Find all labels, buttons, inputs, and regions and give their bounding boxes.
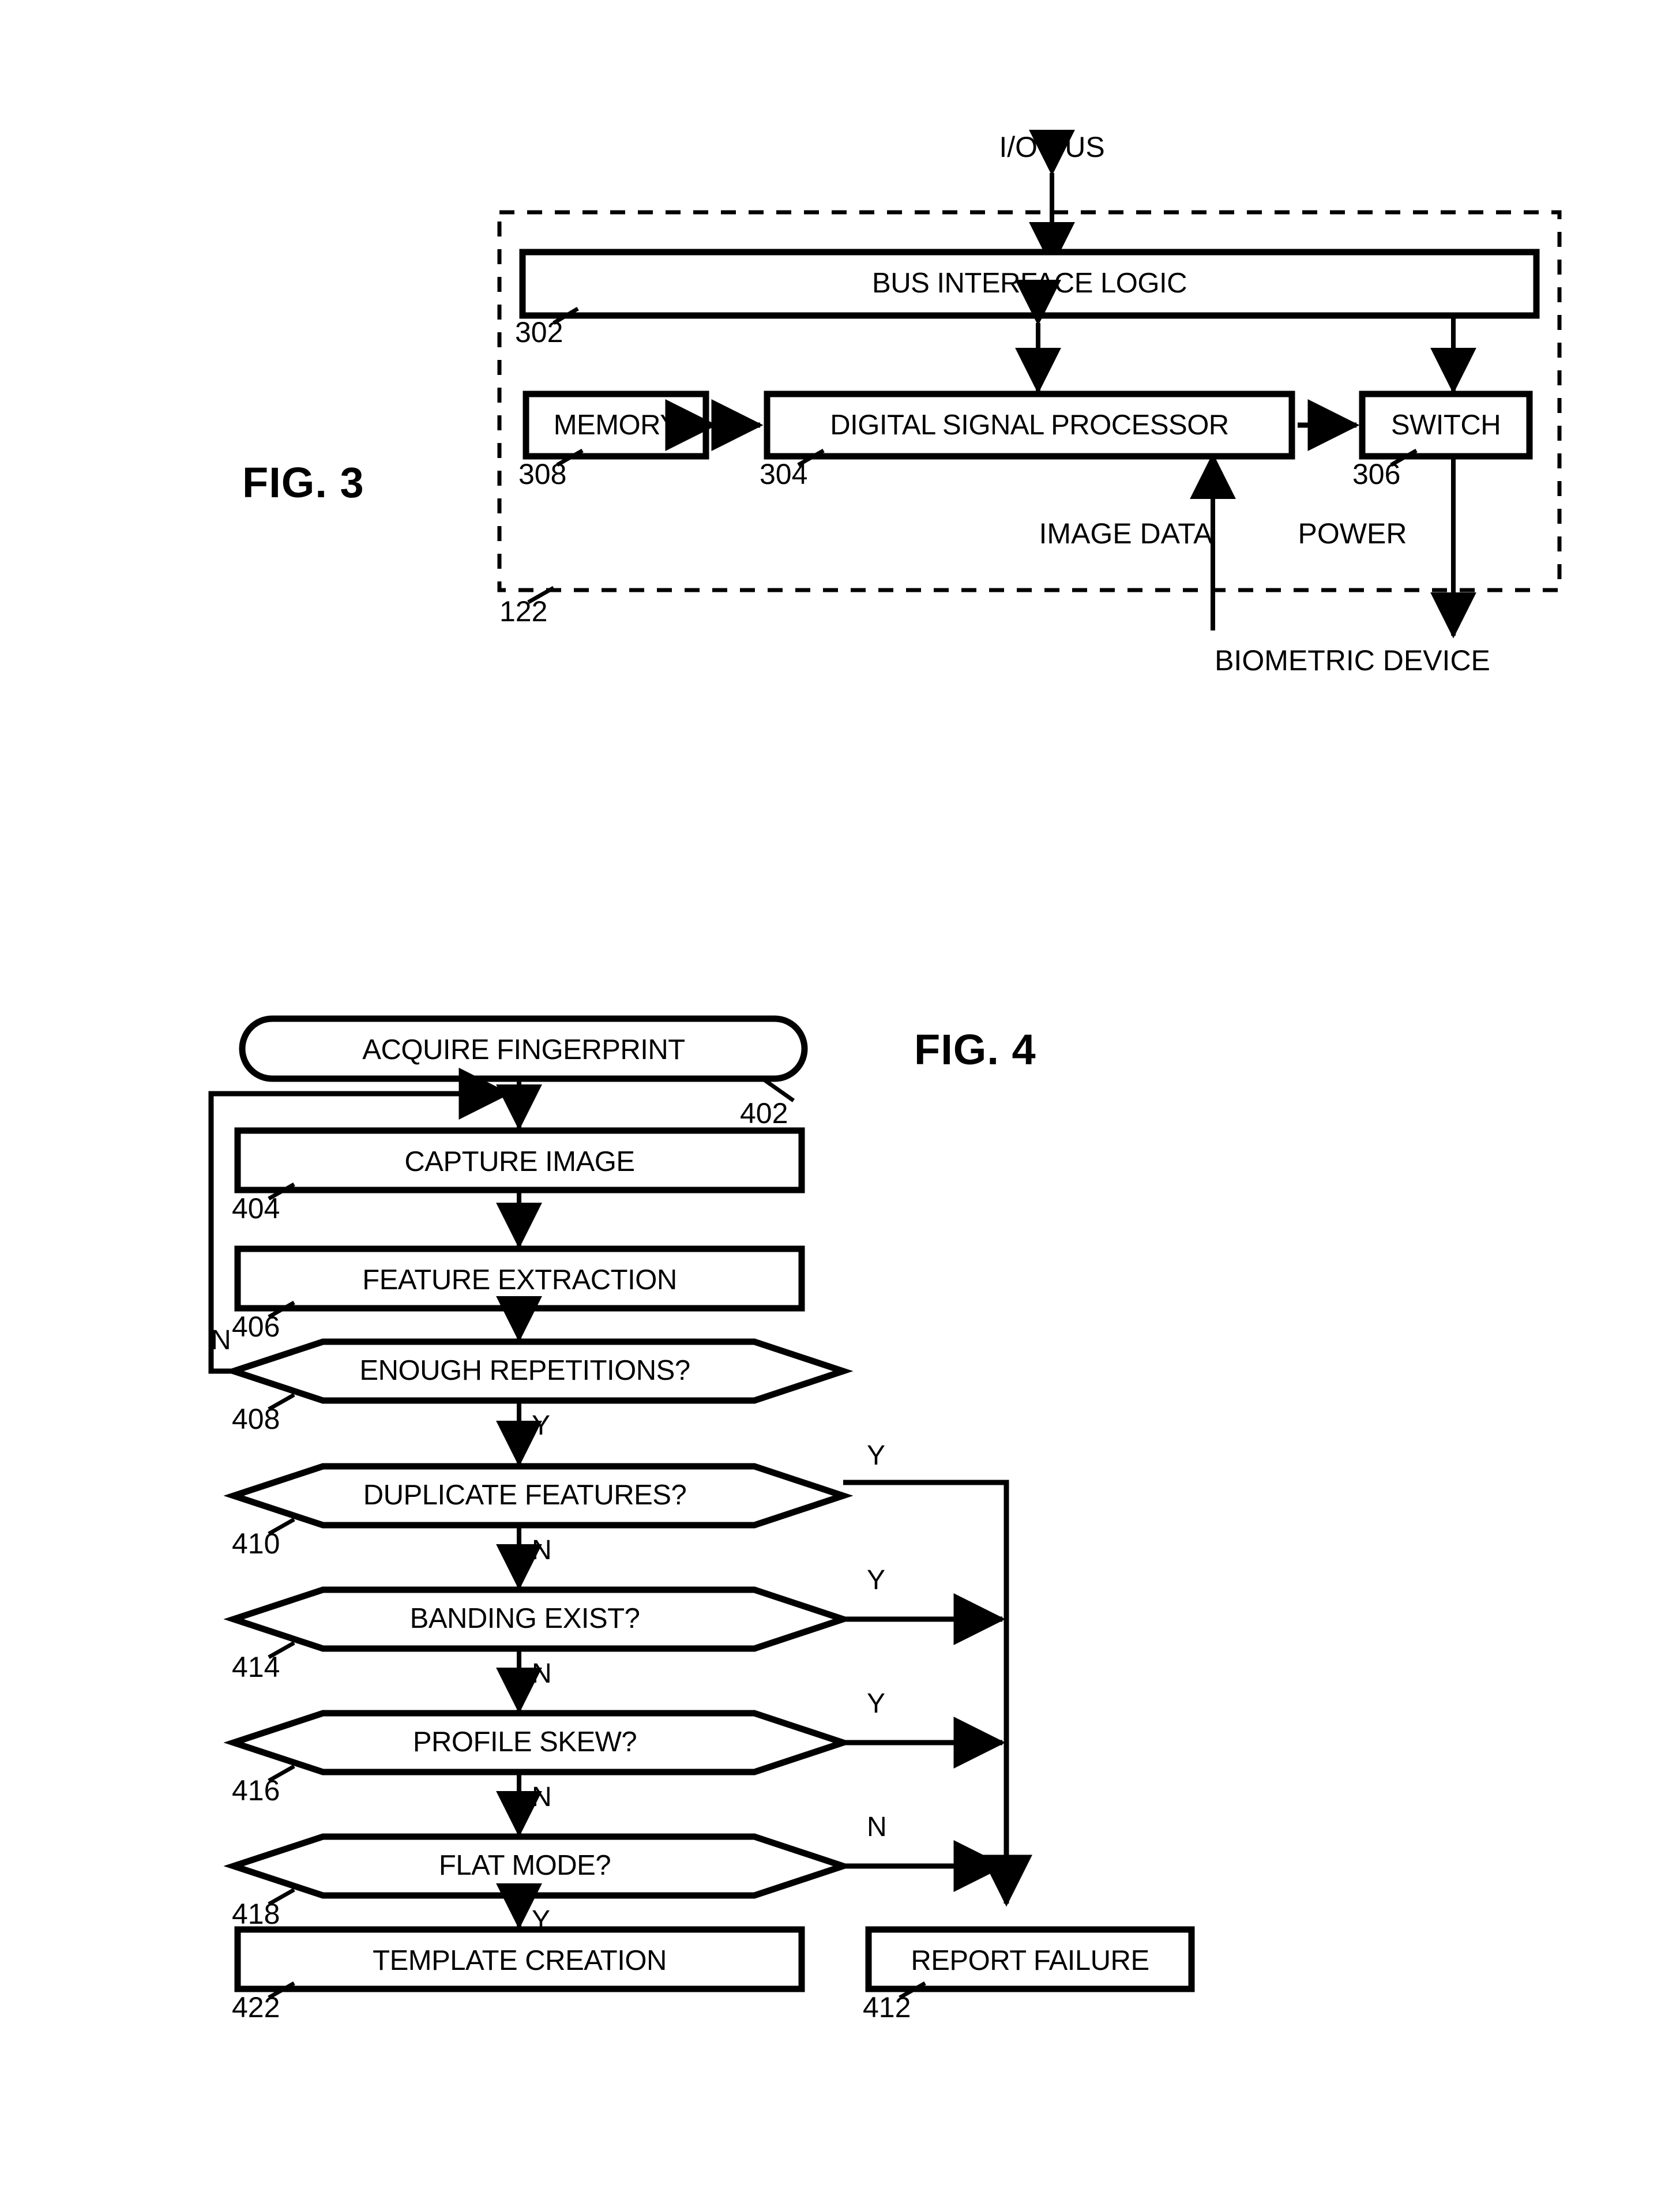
ref-308: 308 [518,458,567,490]
profile-skew-label: PROFILE SKEW? [412,1726,637,1758]
branch-flat-no: N [867,1812,887,1842]
ref-414: 414 [232,1651,280,1683]
branch-enough-no: N [211,1325,231,1356]
ref-306: 306 [1352,458,1401,490]
banding-exist-label: BANDING EXIST? [409,1603,640,1634]
memory-label: MEMORY [553,410,679,441]
branch-skew-yes: Y [867,1688,886,1719]
figure-line-art [208,129,1562,2000]
branch-flat-yes: Y [532,1905,551,1936]
capture-image-label: CAPTURE IMAGE [404,1146,635,1177]
patent-drawing-sheet: FIG. 3 I/O BUS BUS INTERFACE LOGIC 302 M… [0,0,1680,2196]
flat-mode-label: FLAT MODE? [438,1850,611,1881]
acquire-fingerprint-label: ACQUIRE FINGERPRINT [362,1034,685,1065]
image-data-label: IMAGE DATA [1039,517,1213,550]
enough-repetitions-label: ENOUGH REPETITIONS? [359,1355,690,1386]
duplicate-features-label: DUPLICATE FEATURES? [363,1480,687,1511]
branch-duplicate-yes: Y [867,1440,886,1471]
power-label: POWER [1298,517,1407,550]
dsp-label: DIGITAL SIGNAL PROCESSOR [830,410,1229,441]
branch-enough-yes: Y [532,1410,551,1441]
branch-duplicate-no: N [532,1535,552,1566]
feature-extraction-label: FEATURE EXTRACTION [362,1264,677,1296]
fig3-title: FIG. 3 [242,459,364,506]
ref-302: 302 [515,316,563,348]
branch-banding-yes: Y [867,1565,886,1596]
branch-skew-no: N [532,1782,552,1812]
ref-416: 416 [232,1774,280,1807]
io-bus-label: I/O BUS [999,131,1105,163]
branch-banding-no: N [532,1658,552,1689]
ref-418: 418 [232,1898,280,1930]
ref-410: 410 [232,1527,280,1560]
ref-408: 408 [232,1403,280,1435]
switch-label: SWITCH [1390,410,1501,441]
ref-404: 404 [232,1192,280,1225]
ref-406: 406 [232,1311,280,1343]
ref-422: 422 [232,1991,280,2024]
ref-412: 412 [863,1991,911,2024]
ref-402: 402 [740,1097,788,1129]
ref-122: 122 [499,595,548,628]
template-creation-label: TEMPLATE CREATION [373,1945,667,1976]
bus-interface-logic-label: BUS INTERFACE LOGIC [872,268,1187,299]
biometric-device-label: BIOMETRIC DEVICE [1215,644,1490,677]
ref-304: 304 [760,458,808,490]
report-failure-label: REPORT FAILURE [911,1945,1149,1976]
fig4-title: FIG. 4 [914,1026,1036,1073]
